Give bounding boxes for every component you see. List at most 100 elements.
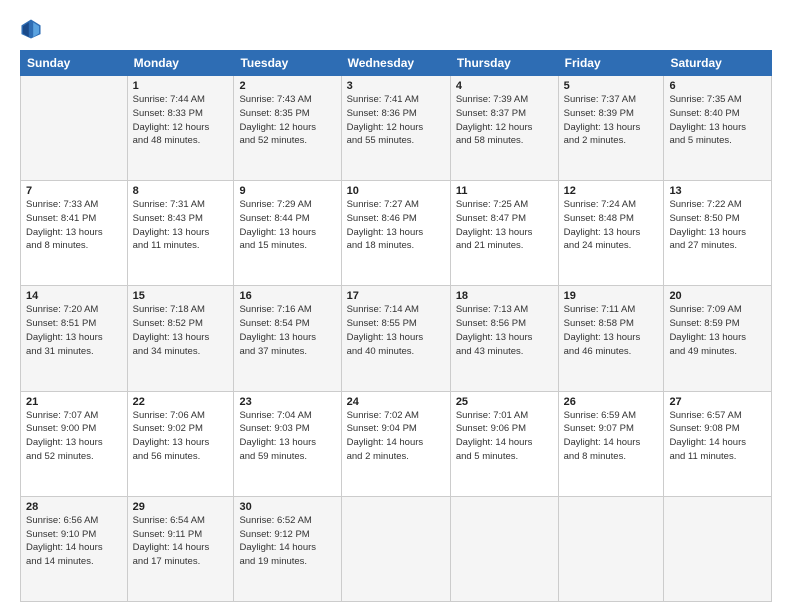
- calendar-cell: 15Sunrise: 7:18 AMSunset: 8:52 PMDayligh…: [127, 286, 234, 391]
- day-number: 2: [239, 80, 335, 92]
- day-info: Sunrise: 7:35 AMSunset: 8:40 PMDaylight:…: [669, 93, 766, 148]
- day-info: Sunrise: 7:41 AMSunset: 8:36 PMDaylight:…: [347, 93, 445, 148]
- day-info: Sunrise: 7:25 AMSunset: 8:47 PMDaylight:…: [456, 198, 553, 253]
- calendar-cell: 23Sunrise: 7:04 AMSunset: 9:03 PMDayligh…: [234, 391, 341, 496]
- calendar-cell: [558, 496, 664, 601]
- calendar-cell: 8Sunrise: 7:31 AMSunset: 8:43 PMDaylight…: [127, 181, 234, 286]
- day-number: 7: [26, 185, 122, 197]
- day-info: Sunrise: 7:02 AMSunset: 9:04 PMDaylight:…: [347, 409, 445, 464]
- day-info: Sunrise: 7:14 AMSunset: 8:55 PMDaylight:…: [347, 303, 445, 358]
- calendar-cell: [664, 496, 772, 601]
- calendar-cell: 28Sunrise: 6:56 AMSunset: 9:10 PMDayligh…: [21, 496, 128, 601]
- logo-icon: [20, 18, 42, 40]
- day-info: Sunrise: 7:22 AMSunset: 8:50 PMDaylight:…: [669, 198, 766, 253]
- day-info: Sunrise: 7:44 AMSunset: 8:33 PMDaylight:…: [133, 93, 229, 148]
- day-number: 16: [239, 290, 335, 302]
- calendar-cell: [21, 76, 128, 181]
- day-number: 11: [456, 185, 553, 197]
- col-header-sunday: Sunday: [21, 51, 128, 76]
- col-header-tuesday: Tuesday: [234, 51, 341, 76]
- calendar-cell: 9Sunrise: 7:29 AMSunset: 8:44 PMDaylight…: [234, 181, 341, 286]
- calendar-cell: 20Sunrise: 7:09 AMSunset: 8:59 PMDayligh…: [664, 286, 772, 391]
- day-number: 15: [133, 290, 229, 302]
- col-header-wednesday: Wednesday: [341, 51, 450, 76]
- day-number: 23: [239, 396, 335, 408]
- day-number: 13: [669, 185, 766, 197]
- day-number: 24: [347, 396, 445, 408]
- day-number: 1: [133, 80, 229, 92]
- calendar-cell: 11Sunrise: 7:25 AMSunset: 8:47 PMDayligh…: [450, 181, 558, 286]
- day-info: Sunrise: 7:24 AMSunset: 8:48 PMDaylight:…: [564, 198, 659, 253]
- day-info: Sunrise: 6:54 AMSunset: 9:11 PMDaylight:…: [133, 514, 229, 569]
- day-number: 21: [26, 396, 122, 408]
- day-info: Sunrise: 7:06 AMSunset: 9:02 PMDaylight:…: [133, 409, 229, 464]
- day-info: Sunrise: 7:13 AMSunset: 8:56 PMDaylight:…: [456, 303, 553, 358]
- day-info: Sunrise: 7:18 AMSunset: 8:52 PMDaylight:…: [133, 303, 229, 358]
- calendar-cell: 10Sunrise: 7:27 AMSunset: 8:46 PMDayligh…: [341, 181, 450, 286]
- day-number: 20: [669, 290, 766, 302]
- day-number: 30: [239, 501, 335, 513]
- day-number: 22: [133, 396, 229, 408]
- logo: [20, 18, 46, 40]
- calendar-cell: 18Sunrise: 7:13 AMSunset: 8:56 PMDayligh…: [450, 286, 558, 391]
- day-info: Sunrise: 7:27 AMSunset: 8:46 PMDaylight:…: [347, 198, 445, 253]
- day-info: Sunrise: 7:29 AMSunset: 8:44 PMDaylight:…: [239, 198, 335, 253]
- day-info: Sunrise: 7:39 AMSunset: 8:37 PMDaylight:…: [456, 93, 553, 148]
- day-number: 28: [26, 501, 122, 513]
- col-header-thursday: Thursday: [450, 51, 558, 76]
- day-number: 10: [347, 185, 445, 197]
- calendar-cell: 26Sunrise: 6:59 AMSunset: 9:07 PMDayligh…: [558, 391, 664, 496]
- day-info: Sunrise: 7:16 AMSunset: 8:54 PMDaylight:…: [239, 303, 335, 358]
- calendar-cell: 5Sunrise: 7:37 AMSunset: 8:39 PMDaylight…: [558, 76, 664, 181]
- calendar-cell: 1Sunrise: 7:44 AMSunset: 8:33 PMDaylight…: [127, 76, 234, 181]
- col-header-friday: Friday: [558, 51, 664, 76]
- day-number: 29: [133, 501, 229, 513]
- day-info: Sunrise: 7:07 AMSunset: 9:00 PMDaylight:…: [26, 409, 122, 464]
- week-row-5: 28Sunrise: 6:56 AMSunset: 9:10 PMDayligh…: [21, 496, 772, 601]
- header: [20, 18, 772, 40]
- day-number: 25: [456, 396, 553, 408]
- week-row-2: 7Sunrise: 7:33 AMSunset: 8:41 PMDaylight…: [21, 181, 772, 286]
- day-info: Sunrise: 7:37 AMSunset: 8:39 PMDaylight:…: [564, 93, 659, 148]
- day-info: Sunrise: 6:59 AMSunset: 9:07 PMDaylight:…: [564, 409, 659, 464]
- day-info: Sunrise: 7:04 AMSunset: 9:03 PMDaylight:…: [239, 409, 335, 464]
- calendar-cell: 6Sunrise: 7:35 AMSunset: 8:40 PMDaylight…: [664, 76, 772, 181]
- day-number: 17: [347, 290, 445, 302]
- day-number: 8: [133, 185, 229, 197]
- col-header-saturday: Saturday: [664, 51, 772, 76]
- day-number: 4: [456, 80, 553, 92]
- day-number: 12: [564, 185, 659, 197]
- day-info: Sunrise: 6:52 AMSunset: 9:12 PMDaylight:…: [239, 514, 335, 569]
- calendar-cell: 19Sunrise: 7:11 AMSunset: 8:58 PMDayligh…: [558, 286, 664, 391]
- day-number: 27: [669, 396, 766, 408]
- day-number: 5: [564, 80, 659, 92]
- day-info: Sunrise: 7:33 AMSunset: 8:41 PMDaylight:…: [26, 198, 122, 253]
- page: SundayMondayTuesdayWednesdayThursdayFrid…: [0, 0, 792, 612]
- calendar-cell: [450, 496, 558, 601]
- calendar-cell: 16Sunrise: 7:16 AMSunset: 8:54 PMDayligh…: [234, 286, 341, 391]
- calendar-cell: 17Sunrise: 7:14 AMSunset: 8:55 PMDayligh…: [341, 286, 450, 391]
- calendar-cell: 29Sunrise: 6:54 AMSunset: 9:11 PMDayligh…: [127, 496, 234, 601]
- day-info: Sunrise: 7:31 AMSunset: 8:43 PMDaylight:…: [133, 198, 229, 253]
- calendar-cell: 14Sunrise: 7:20 AMSunset: 8:51 PMDayligh…: [21, 286, 128, 391]
- day-number: 14: [26, 290, 122, 302]
- day-number: 18: [456, 290, 553, 302]
- calendar-cell: 30Sunrise: 6:52 AMSunset: 9:12 PMDayligh…: [234, 496, 341, 601]
- day-number: 6: [669, 80, 766, 92]
- calendar-cell: 21Sunrise: 7:07 AMSunset: 9:00 PMDayligh…: [21, 391, 128, 496]
- col-header-monday: Monday: [127, 51, 234, 76]
- week-row-3: 14Sunrise: 7:20 AMSunset: 8:51 PMDayligh…: [21, 286, 772, 391]
- calendar-cell: 13Sunrise: 7:22 AMSunset: 8:50 PMDayligh…: [664, 181, 772, 286]
- calendar-cell: 24Sunrise: 7:02 AMSunset: 9:04 PMDayligh…: [341, 391, 450, 496]
- calendar-cell: 22Sunrise: 7:06 AMSunset: 9:02 PMDayligh…: [127, 391, 234, 496]
- day-number: 19: [564, 290, 659, 302]
- day-info: Sunrise: 7:01 AMSunset: 9:06 PMDaylight:…: [456, 409, 553, 464]
- week-row-4: 21Sunrise: 7:07 AMSunset: 9:00 PMDayligh…: [21, 391, 772, 496]
- day-number: 3: [347, 80, 445, 92]
- calendar-cell: 25Sunrise: 7:01 AMSunset: 9:06 PMDayligh…: [450, 391, 558, 496]
- calendar-cell: 27Sunrise: 6:57 AMSunset: 9:08 PMDayligh…: [664, 391, 772, 496]
- calendar-cell: 12Sunrise: 7:24 AMSunset: 8:48 PMDayligh…: [558, 181, 664, 286]
- day-info: Sunrise: 6:56 AMSunset: 9:10 PMDaylight:…: [26, 514, 122, 569]
- calendar-cell: 7Sunrise: 7:33 AMSunset: 8:41 PMDaylight…: [21, 181, 128, 286]
- calendar-cell: 3Sunrise: 7:41 AMSunset: 8:36 PMDaylight…: [341, 76, 450, 181]
